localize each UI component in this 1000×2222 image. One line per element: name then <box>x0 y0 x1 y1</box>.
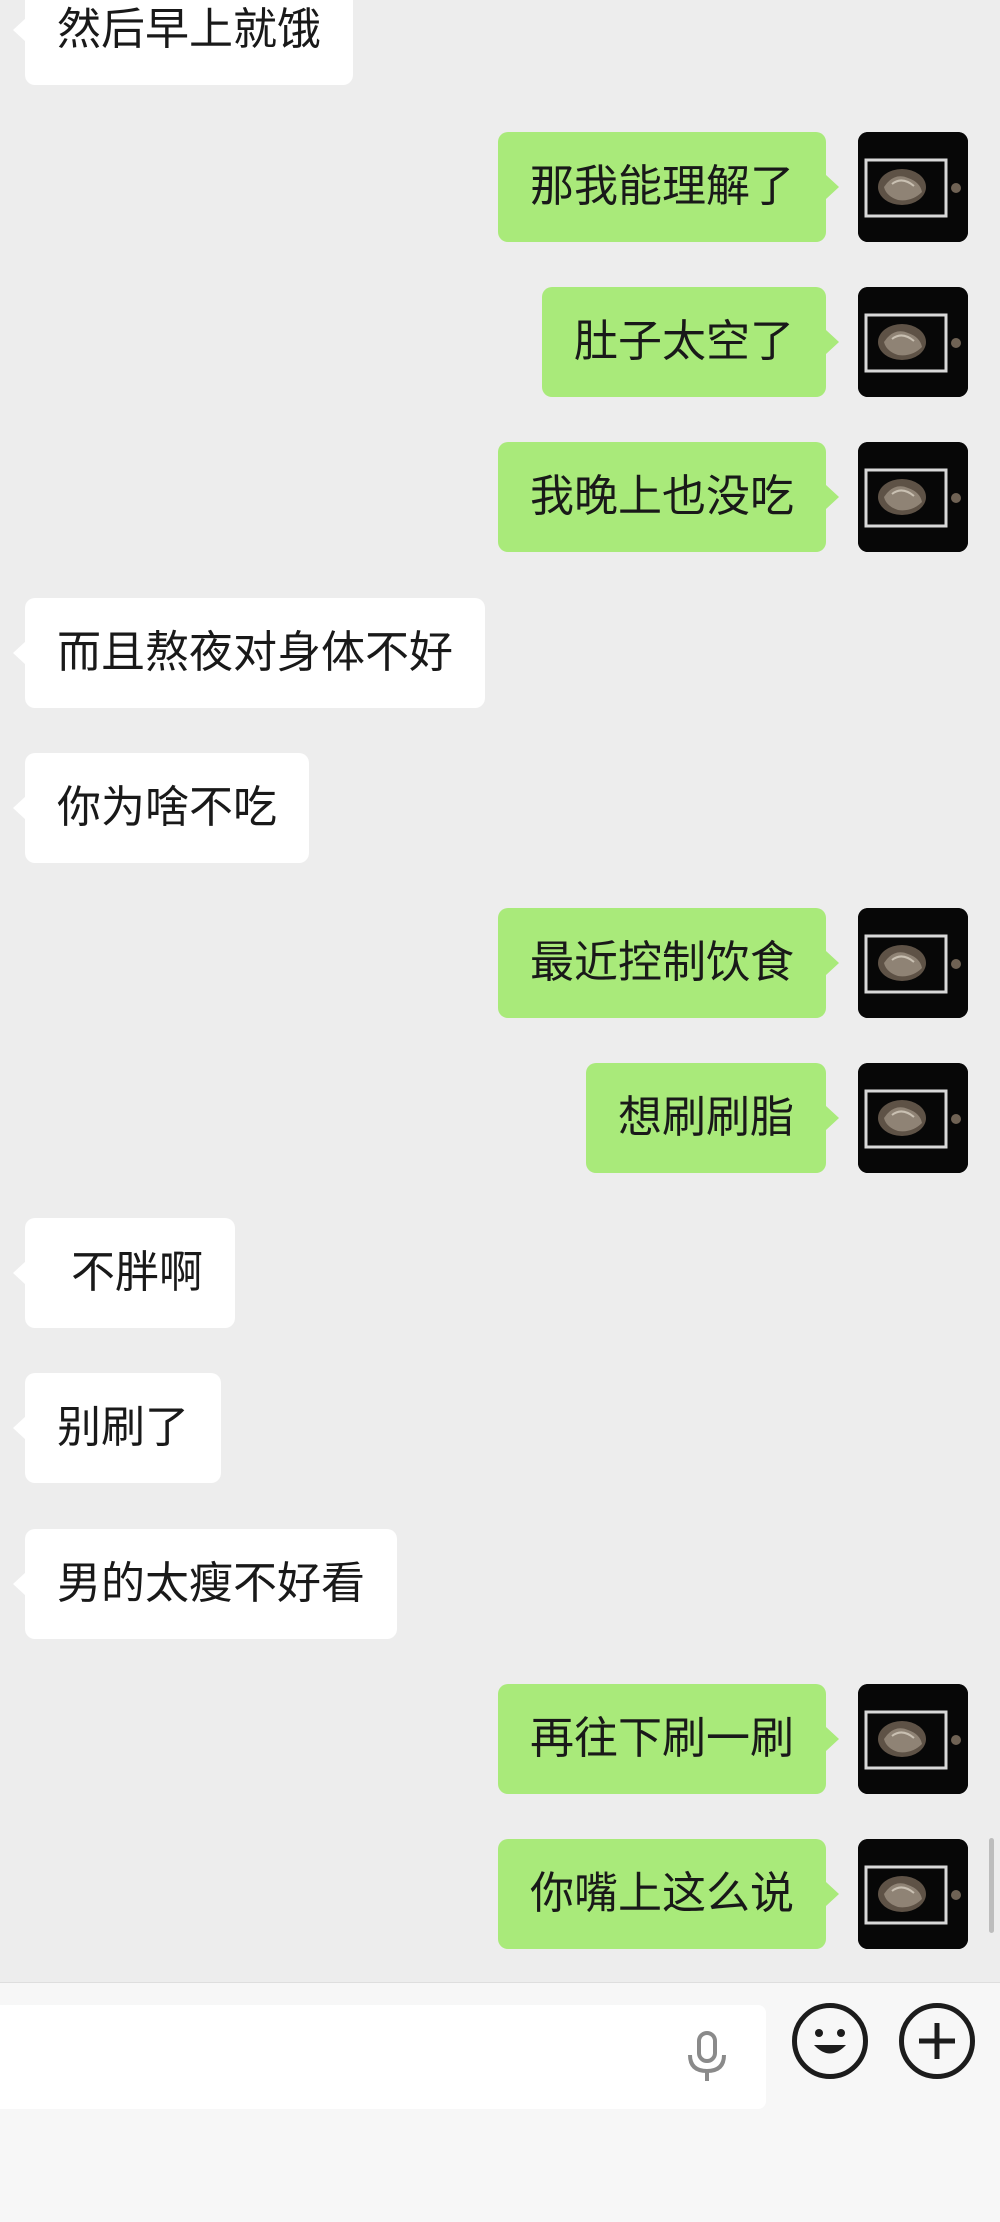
bubble-tail <box>826 951 839 975</box>
incoming-message-bubble[interactable]: 别刷了 <box>25 1373 221 1483</box>
avatar-image-icon <box>858 132 968 242</box>
message-row: 然后早上就饿 <box>0 0 1000 85</box>
outgoing-message-bubble[interactable]: 肚子太空了 <box>542 287 826 397</box>
avatar[interactable] <box>858 132 968 242</box>
message-row: 你嘴上这么说 <box>0 1839 1000 1949</box>
message-row: 肚子太空了 <box>0 287 1000 397</box>
scrollbar[interactable] <box>989 1838 994 1933</box>
avatar[interactable] <box>858 287 968 397</box>
message-row: 我晚上也没吃 <box>0 442 1000 552</box>
outgoing-message-bubble[interactable]: 再往下刷一刷 <box>498 1684 826 1794</box>
message-row: 而且熬夜对身体不好 <box>0 598 1000 708</box>
avatar-image-icon <box>858 287 968 397</box>
message-row: 想刷刷脂 <box>0 1063 1000 1173</box>
avatar[interactable] <box>858 1839 968 1949</box>
bubble-tail <box>826 1882 839 1906</box>
emoji-button[interactable] <box>792 2003 868 2079</box>
bubble-tail <box>826 1727 839 1751</box>
incoming-message-bubble[interactable]: 而且熬夜对身体不好 <box>25 598 485 708</box>
avatar-image-icon <box>858 442 968 552</box>
incoming-message-bubble[interactable]: 然后早上就饿 <box>25 0 353 85</box>
avatar[interactable] <box>858 1684 968 1794</box>
outgoing-message-bubble[interactable]: 你嘴上这么说 <box>498 1839 826 1949</box>
chat-input-bar <box>0 1982 1000 2222</box>
message-row: 最近控制饮食 <box>0 908 1000 1018</box>
outgoing-message-bubble[interactable]: 我晚上也没吃 <box>498 442 826 552</box>
message-row: 男的太瘦不好看 <box>0 1529 1000 1639</box>
chat-message-list[interactable]: 然后早上就饿 那我能理解了 肚子太空了 我晚上也没吃 而且熬夜对身体不好 你为啥… <box>0 0 1000 1982</box>
incoming-message-bubble[interactable]: 不胖啊 <box>25 1218 235 1328</box>
microphone-icon[interactable] <box>682 2031 732 2083</box>
message-row: 别刷了 <box>0 1373 1000 1483</box>
avatar[interactable] <box>858 908 968 1018</box>
smiley-face-icon <box>814 2029 846 2054</box>
avatar[interactable] <box>858 1063 968 1173</box>
outgoing-message-bubble[interactable]: 那我能理解了 <box>498 132 826 242</box>
plus-icon <box>919 2023 955 2059</box>
avatar-image-icon <box>858 908 968 1018</box>
more-options-button[interactable] <box>899 2003 975 2079</box>
incoming-message-bubble[interactable]: 你为啥不吃 <box>25 753 309 863</box>
avatar[interactable] <box>858 442 968 552</box>
bubble-tail <box>826 1106 839 1130</box>
bubble-tail <box>826 485 839 509</box>
outgoing-message-bubble[interactable]: 想刷刷脂 <box>586 1063 826 1173</box>
avatar-image-icon <box>858 1063 968 1173</box>
message-row: 不胖啊 <box>0 1218 1000 1328</box>
bubble-tail <box>826 330 839 354</box>
message-input[interactable] <box>0 2005 766 2109</box>
outgoing-message-bubble[interactable]: 最近控制饮食 <box>498 908 826 1018</box>
message-row: 再往下刷一刷 <box>0 1684 1000 1794</box>
avatar-image-icon <box>858 1839 968 1949</box>
incoming-message-bubble[interactable]: 男的太瘦不好看 <box>25 1529 397 1639</box>
message-row: 那我能理解了 <box>0 132 1000 242</box>
message-row: 你为啥不吃 <box>0 753 1000 863</box>
bubble-tail <box>826 175 839 199</box>
avatar-image-icon <box>858 1684 968 1794</box>
